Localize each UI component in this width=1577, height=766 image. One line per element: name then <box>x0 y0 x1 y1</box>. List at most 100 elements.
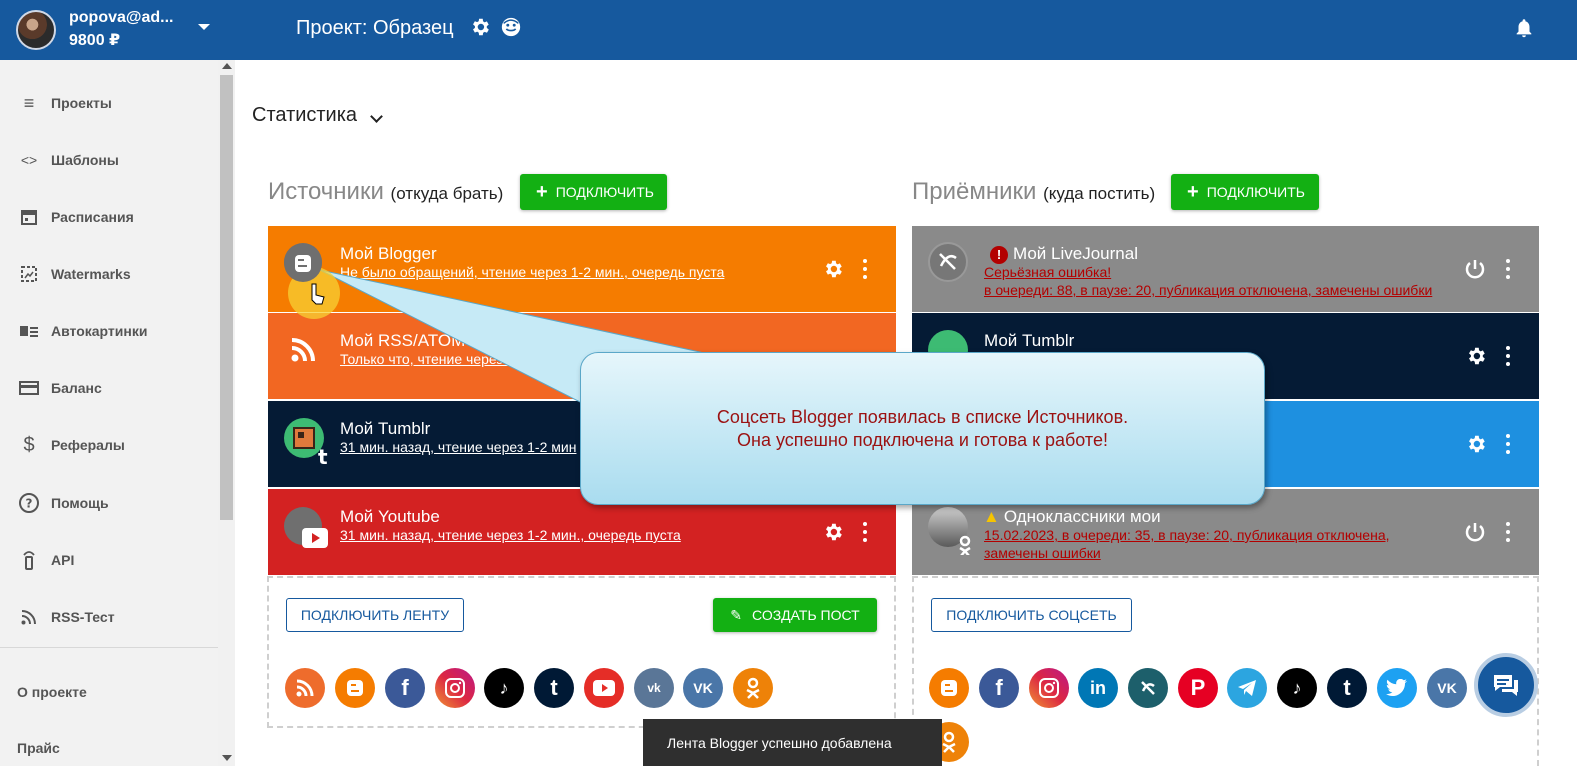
gear-icon[interactable] <box>822 258 844 280</box>
card-title: Мой LiveJournal <box>1013 244 1138 263</box>
dollar-icon: $ <box>23 433 35 456</box>
source-card-blogger[interactable]: Мой Blogger Не было обращений, чтение че… <box>268 226 896 312</box>
connect-social-button[interactable]: ПОДКЛЮЧИТЬ СОЦСЕТЬ <box>931 598 1132 632</box>
connect-feed-button[interactable]: ПОДКЛЮЧИТЬ ЛЕНТУ <box>286 598 464 632</box>
sidebar-item-watermarks[interactable]: Watermarks <box>0 254 218 294</box>
receiver-card-livejournal[interactable]: ! Мой LiveJournal Серьёзная ошибка! в оче… <box>912 226 1539 312</box>
user-name[interactable]: popova@ad... <box>69 9 174 27</box>
help-icon: ? <box>18 492 40 514</box>
avatar[interactable] <box>16 10 56 50</box>
sidebar-item-autoimages[interactable]: Автокартинки <box>0 311 218 351</box>
create-post-label: СОЗДАТЬ ПОСТ <box>752 607 860 623</box>
stats-dropdown[interactable]: Статистика <box>252 104 357 127</box>
scroll-thumb[interactable] <box>220 75 233 520</box>
sidebar-item-price[interactable]: Прайс <box>17 740 60 756</box>
tiktok-icon[interactable]: ♪ <box>1277 668 1317 708</box>
tooltip-line-2: Она успешно подключена и готова к работе… <box>737 429 1108 450</box>
sidebar-item-balance[interactable]: Баланс <box>0 368 218 408</box>
connect-receiver-label: ПОДКЛЮЧИТЬ <box>1206 184 1305 200</box>
instagram-icon[interactable] <box>435 668 475 708</box>
more-vert-icon[interactable] <box>1504 434 1512 454</box>
connect-source-button[interactable]: + ПОДКЛЮЧИТЬ <box>520 174 667 210</box>
create-post-button[interactable]: ✎ СОЗДАТЬ ПОСТ <box>713 598 877 632</box>
scroll-up-arrow[interactable] <box>222 63 232 69</box>
sidebar-item-label: Расписания <box>51 209 134 225</box>
sidebar-item-label: Шаблоны <box>51 152 119 168</box>
sidebar-item-templates[interactable]: <> Шаблоны <box>0 140 218 180</box>
sidebar-item-projects[interactable]: ≡ Проекты <box>0 83 218 123</box>
linkedin-icon[interactable]: in <box>1078 668 1118 708</box>
svg-text:t: t <box>318 445 328 466</box>
tiktok-icon[interactable]: ♪ <box>484 668 524 708</box>
sidebar-item-rss-test[interactable]: RSS-Тест <box>0 597 218 637</box>
gear-icon[interactable] <box>469 16 491 38</box>
vk-feed-icon[interactable]: vk <box>634 668 674 708</box>
bell-icon[interactable] <box>1513 16 1535 40</box>
card-status[interactable]: Не было обращений, чтение через 1-2 мин.… <box>340 264 724 280</box>
toast-notification: Лента Blogger успешно добавлена <box>643 719 942 766</box>
vk-icon[interactable]: VK <box>683 668 723 708</box>
warning-icon: ▲ <box>983 507 1000 526</box>
pinterest-icon[interactable]: P <box>1178 668 1218 708</box>
blogger-icon[interactable] <box>335 668 375 708</box>
more-vert-icon[interactable] <box>1504 346 1512 366</box>
receivers-title: Приёмники <box>912 178 1037 205</box>
scroll-down-arrow[interactable] <box>222 755 232 761</box>
card-status[interactable]: 31 мин. назад, чтение через 1-2 мин., оч… <box>340 527 681 543</box>
power-icon[interactable] <box>1463 257 1487 281</box>
ok-icon[interactable] <box>733 668 773 708</box>
tumblr-icon[interactable]: t <box>534 668 574 708</box>
sidebar-item-schedules[interactable]: Расписания <box>0 197 218 237</box>
card-error-detail[interactable]: в очереди: 88, в паузе: 20, публикация о… <box>984 282 1432 298</box>
tooltip-line-1: Соцсеть Blogger появилась в списке Источ… <box>716 406 1129 427</box>
smiley-icon[interactable] <box>500 16 522 38</box>
twitter-icon[interactable] <box>1377 668 1417 708</box>
connect-receiver-button[interactable]: + ПОДКЛЮЧИТЬ <box>1171 174 1319 210</box>
blogger-icon[interactable] <box>929 668 969 708</box>
gear-icon[interactable] <box>1465 345 1487 367</box>
instagram-icon[interactable] <box>1029 668 1069 708</box>
telegram-icon[interactable] <box>1227 668 1267 708</box>
card-error-detail[interactable]: замечены ошибки <box>984 545 1101 561</box>
blogger-icon <box>284 243 322 281</box>
more-vert-icon[interactable] <box>861 259 869 279</box>
plus-icon: + <box>1187 181 1199 203</box>
card-error[interactable]: Серьёзная ошибка! <box>984 264 1111 280</box>
sidebar-scrollbar[interactable] <box>218 60 235 766</box>
more-vert-icon[interactable] <box>861 522 869 542</box>
chevron-down-icon[interactable] <box>198 24 210 30</box>
project-title: Проект: Образец <box>296 17 454 39</box>
rss-icon[interactable] <box>285 668 325 708</box>
card-status[interactable]: 31 мин. назад, чтение через 1-2 мин <box>340 439 576 455</box>
card-title: Мой Blogger <box>340 244 437 263</box>
sidebar-item-api[interactable]: API <box>0 540 218 580</box>
card-title: Мой Tumblr <box>340 419 431 438</box>
chat-button[interactable] <box>1474 653 1538 717</box>
sidebar-item-about[interactable]: О проекте <box>17 684 87 700</box>
watermark-icon <box>18 263 40 285</box>
sidebar-item-label: Watermarks <box>51 266 131 282</box>
card-title-wrap: ▲ Одноклассники мои <box>983 507 1161 527</box>
gear-icon[interactable] <box>822 521 844 543</box>
sidebar-divider <box>0 647 218 648</box>
svg-text:?: ? <box>26 497 33 511</box>
power-icon[interactable] <box>1463 520 1487 544</box>
sidebar-item-label: Баланс <box>51 380 102 396</box>
sources-title: Источники <box>268 178 384 205</box>
sidebar-item-referrals[interactable]: $ Рефералы <box>0 425 218 465</box>
chevron-down-icon[interactable] <box>370 110 383 123</box>
livejournal-icon[interactable] <box>1128 668 1168 708</box>
facebook-icon[interactable]: f <box>385 668 425 708</box>
more-vert-icon[interactable] <box>1504 259 1512 279</box>
card-error[interactable]: 15.02.2023, в очереди: 35, в паузе: 20, … <box>984 527 1390 543</box>
sidebar-item-help[interactable]: ? Помощь <box>0 483 218 523</box>
rss-icon <box>288 335 318 365</box>
plus-icon: + <box>536 181 548 203</box>
vk-icon[interactable]: VK <box>1427 668 1467 708</box>
facebook-icon[interactable]: f <box>979 668 1019 708</box>
more-vert-icon[interactable] <box>1504 522 1512 542</box>
gear-icon[interactable] <box>1465 433 1487 455</box>
tumblr-icon[interactable]: t <box>1327 668 1367 708</box>
youtube-icon[interactable] <box>584 668 624 708</box>
card-status[interactable]: Только что, чтение через 29 мин., в оч <box>340 351 589 367</box>
